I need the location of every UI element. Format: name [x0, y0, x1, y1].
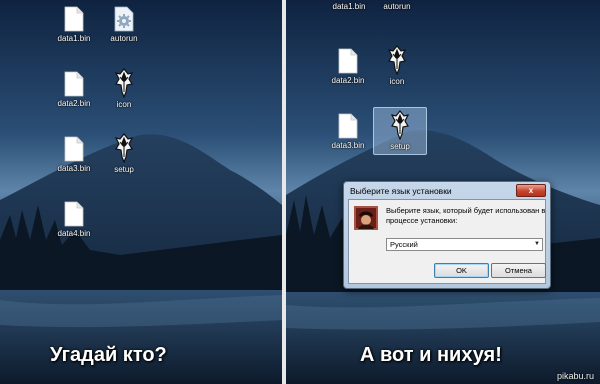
- desktop-icon-autorun[interactable]: autorun: [367, 0, 427, 11]
- desktop-icon-setup[interactable]: setup: [94, 133, 154, 174]
- icon-label: setup: [390, 142, 410, 151]
- close-icon: x: [528, 186, 534, 195]
- file-icon: [64, 71, 84, 97]
- icon-label: autorun: [383, 2, 411, 11]
- skyrim-logo-icon: [387, 45, 407, 75]
- chevron-down-icon: ▼: [534, 241, 540, 247]
- dialog-body: Выберите язык, который будет использован…: [348, 199, 546, 284]
- skyrim-logo-icon: [114, 133, 134, 163]
- ok-button[interactable]: OK: [434, 263, 489, 278]
- icon-label: data4.bin: [57, 229, 91, 238]
- file-icon: [64, 136, 84, 162]
- skyrim-logo-icon: [390, 110, 410, 140]
- icon-label: icon: [389, 77, 405, 86]
- watermark: pikabu.ru: [556, 371, 594, 381]
- file-icon: [64, 201, 84, 227]
- close-button[interactable]: x: [516, 184, 546, 197]
- left-caption: Угадай кто?: [50, 344, 167, 366]
- skyrim-logo-icon: [114, 68, 134, 98]
- dialog-title: Выберите язык установки: [350, 186, 452, 196]
- left-desktop-panel: data1.bin autorun data2.bin icon data3.b…: [0, 0, 282, 384]
- desktop-icon-data3-bin[interactable]: data3.bin: [318, 113, 378, 150]
- desktop-icon-setup-selected[interactable]: setup: [373, 107, 427, 155]
- file-icon: [338, 48, 358, 74]
- desktop-wallpaper: [0, 0, 282, 384]
- settings-file-icon: [113, 6, 135, 32]
- dialog-message: Выберите язык, который будет использован…: [386, 206, 546, 225]
- desktop-icon-icon[interactable]: icon: [94, 68, 154, 109]
- desktop-icon-autorun[interactable]: autorun: [94, 6, 154, 43]
- selected-language: Русский: [390, 240, 418, 249]
- cancel-button[interactable]: Отмена: [491, 263, 546, 278]
- icon-label: setup: [114, 165, 134, 174]
- icon-label: icon: [116, 100, 132, 109]
- installer-avatar-icon: [354, 206, 378, 230]
- icon-label: autorun: [110, 34, 138, 43]
- file-icon: [338, 113, 358, 139]
- file-icon: [64, 6, 84, 32]
- right-caption: А вот и нихуя!: [360, 344, 502, 366]
- language-select[interactable]: Русский ▼: [386, 238, 543, 251]
- language-select-dialog: Выберите язык установки x Выберите язык,…: [343, 181, 551, 289]
- desktop-icon-data4-bin[interactable]: data4.bin: [44, 201, 104, 238]
- icon-label: data3.bin: [331, 141, 365, 150]
- desktop-icon-icon[interactable]: icon: [367, 45, 427, 86]
